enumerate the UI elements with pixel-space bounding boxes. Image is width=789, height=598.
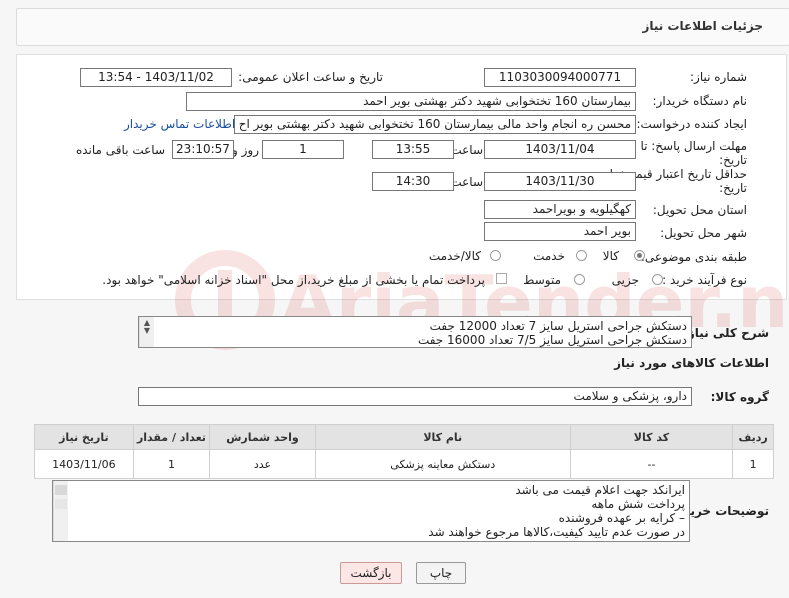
category-radio-service[interactable] xyxy=(576,250,587,261)
treasury-checkbox[interactable] xyxy=(496,273,507,284)
remaining-time-field: 23:10:57 xyxy=(172,140,234,159)
buyer-org-label: نام دستگاه خریدار: xyxy=(652,94,748,108)
announce-field: 1403/11/02 - 13:54 xyxy=(80,68,232,87)
goods-table: تاریخ نیاز تعداد / مقدار واحد شمارش نام … xyxy=(34,424,774,479)
reply-time-field: 13:55 xyxy=(372,140,454,159)
buyer-note-line-2: پرداخت شش ماهه xyxy=(591,497,685,511)
col-row: ردیف xyxy=(732,424,774,450)
reply-deadline-label-2: تاریخ: xyxy=(719,153,747,167)
cell-unit: عدد xyxy=(209,449,316,479)
description-textarea[interactable]: ▲ ▼ دستکش جراحی استریل سایز 7 تعداد 1200… xyxy=(138,316,692,348)
days-label: روز و xyxy=(232,143,259,157)
scroll-thumb[interactable] xyxy=(55,485,67,495)
announce-label: تاریخ و ساعت اعلان عمومی: xyxy=(238,70,383,84)
description-label: شرح کلی نیاز: xyxy=(683,326,769,340)
reply-date-field: 1403/11/04 xyxy=(484,140,636,159)
contact-buyer-link[interactable]: اطلاعات تماس خریدار xyxy=(124,117,235,131)
reply-time-label: ساعت xyxy=(450,143,483,157)
province-field: کهگیلویه و بویراحمد xyxy=(484,200,636,219)
description-scrollbar[interactable]: ▲ ▼ xyxy=(139,317,154,347)
process-radio-partial[interactable] xyxy=(652,274,663,285)
goods-group-label: گروه کالا: xyxy=(710,390,769,404)
province-label: استان محل تحویل: xyxy=(652,203,747,217)
buyer-notes-scrollbar[interactable] xyxy=(53,481,68,541)
process-option-medium: متوسط xyxy=(523,273,561,287)
cell-item-name: دستکش معاینه پزشکی xyxy=(314,449,571,479)
goods-group-field: دارو، پزشکی و سلامت xyxy=(138,387,692,406)
process-radio-medium[interactable] xyxy=(574,274,585,285)
category-label: طبقه بندی موضوعی: xyxy=(640,250,747,264)
cell-row: 1 xyxy=(732,449,774,479)
city-label: شهر محل تحویل: xyxy=(660,226,747,240)
buyer-org-field: بیمارستان 160 تختخوابی شهید دکتر بهشتی ب… xyxy=(186,92,636,111)
scroll-down-icon[interactable]: ▼ xyxy=(140,327,154,335)
description-line-2: دستکش جراحی استریل سایز 7/5 تعداد 16000 … xyxy=(417,333,687,347)
category-radio-goods-service[interactable] xyxy=(490,250,501,261)
city-field: بویر احمد xyxy=(484,222,636,241)
cell-need-date: 1403/11/06 xyxy=(34,449,134,479)
creator-field: محسن ره انجام واحد مالی بیمارستان 160 تخ… xyxy=(234,115,636,134)
process-option-partial: جزیی xyxy=(611,273,639,287)
goods-section-title: اطلاعات کالاهای مورد نیاز xyxy=(614,356,769,370)
description-line-1: دستکش جراحی استریل سایز 7 تعداد 12000 جف… xyxy=(429,319,687,333)
col-item-name: نام کالا xyxy=(314,424,571,450)
category-option-goods: کالا xyxy=(602,249,619,263)
process-label: نوع فرآیند خرید : xyxy=(662,273,747,287)
need-number-label: شماره نیاز: xyxy=(690,70,747,84)
category-radio-goods[interactable] xyxy=(634,250,645,261)
cell-quantity: 1 xyxy=(132,449,211,479)
buyer-note-line-1: ایرانکد جهت اعلام قیمت می باشد xyxy=(515,483,685,497)
price-valid-label-2: تاریخ: xyxy=(719,181,747,195)
price-valid-time-field: 14:30 xyxy=(372,172,454,191)
buyer-note-line-4: در صورت عدم تایید کیفیت،کالاها مرجوع خوا… xyxy=(428,525,685,539)
col-need-date: تاریخ نیاز xyxy=(34,424,134,450)
category-option-service: خدمت xyxy=(533,249,565,263)
cell-item-code: -- xyxy=(569,449,734,479)
price-valid-date-field: 1403/11/30 xyxy=(484,172,636,191)
price-valid-time-label: ساعت xyxy=(450,175,483,189)
buyer-note-line-3: – کرایه بر عهده فروشنده xyxy=(558,511,685,525)
reply-deadline-label: مهلت ارسال پاسخ: تا xyxy=(640,139,747,153)
col-item-code: کد کالا xyxy=(569,424,734,450)
scroll-track[interactable] xyxy=(55,499,67,509)
table-row: 1403/11/06 1 عدد دستکش معاینه پزشکی -- 1 xyxy=(34,449,774,479)
creator-label: ایجاد کننده درخواست: xyxy=(636,117,747,131)
col-unit: واحد شمارش xyxy=(209,424,316,450)
need-number-field: 1103030094000771 xyxy=(484,68,636,87)
col-quantity: تعداد / مقدار xyxy=(132,424,211,450)
print-button[interactable]: چاپ xyxy=(416,562,466,584)
back-button[interactable]: بازگشت xyxy=(340,562,402,584)
remaining-label: ساعت باقی مانده xyxy=(75,143,165,157)
category-option-goods-service: کالا/خدمت xyxy=(428,249,481,263)
treasury-note: پرداخت تمام یا بخشی از مبلغ خرید،از محل … xyxy=(102,273,485,287)
days-remaining-field: 1 xyxy=(262,140,344,159)
table-header-row: تاریخ نیاز تعداد / مقدار واحد شمارش نام … xyxy=(34,424,774,450)
page-title: جزئیات اطلاعات نیاز xyxy=(642,19,763,33)
buyer-notes-textarea[interactable]: ایرانکد جهت اعلام قیمت می باشد پرداخت شش… xyxy=(52,480,690,542)
